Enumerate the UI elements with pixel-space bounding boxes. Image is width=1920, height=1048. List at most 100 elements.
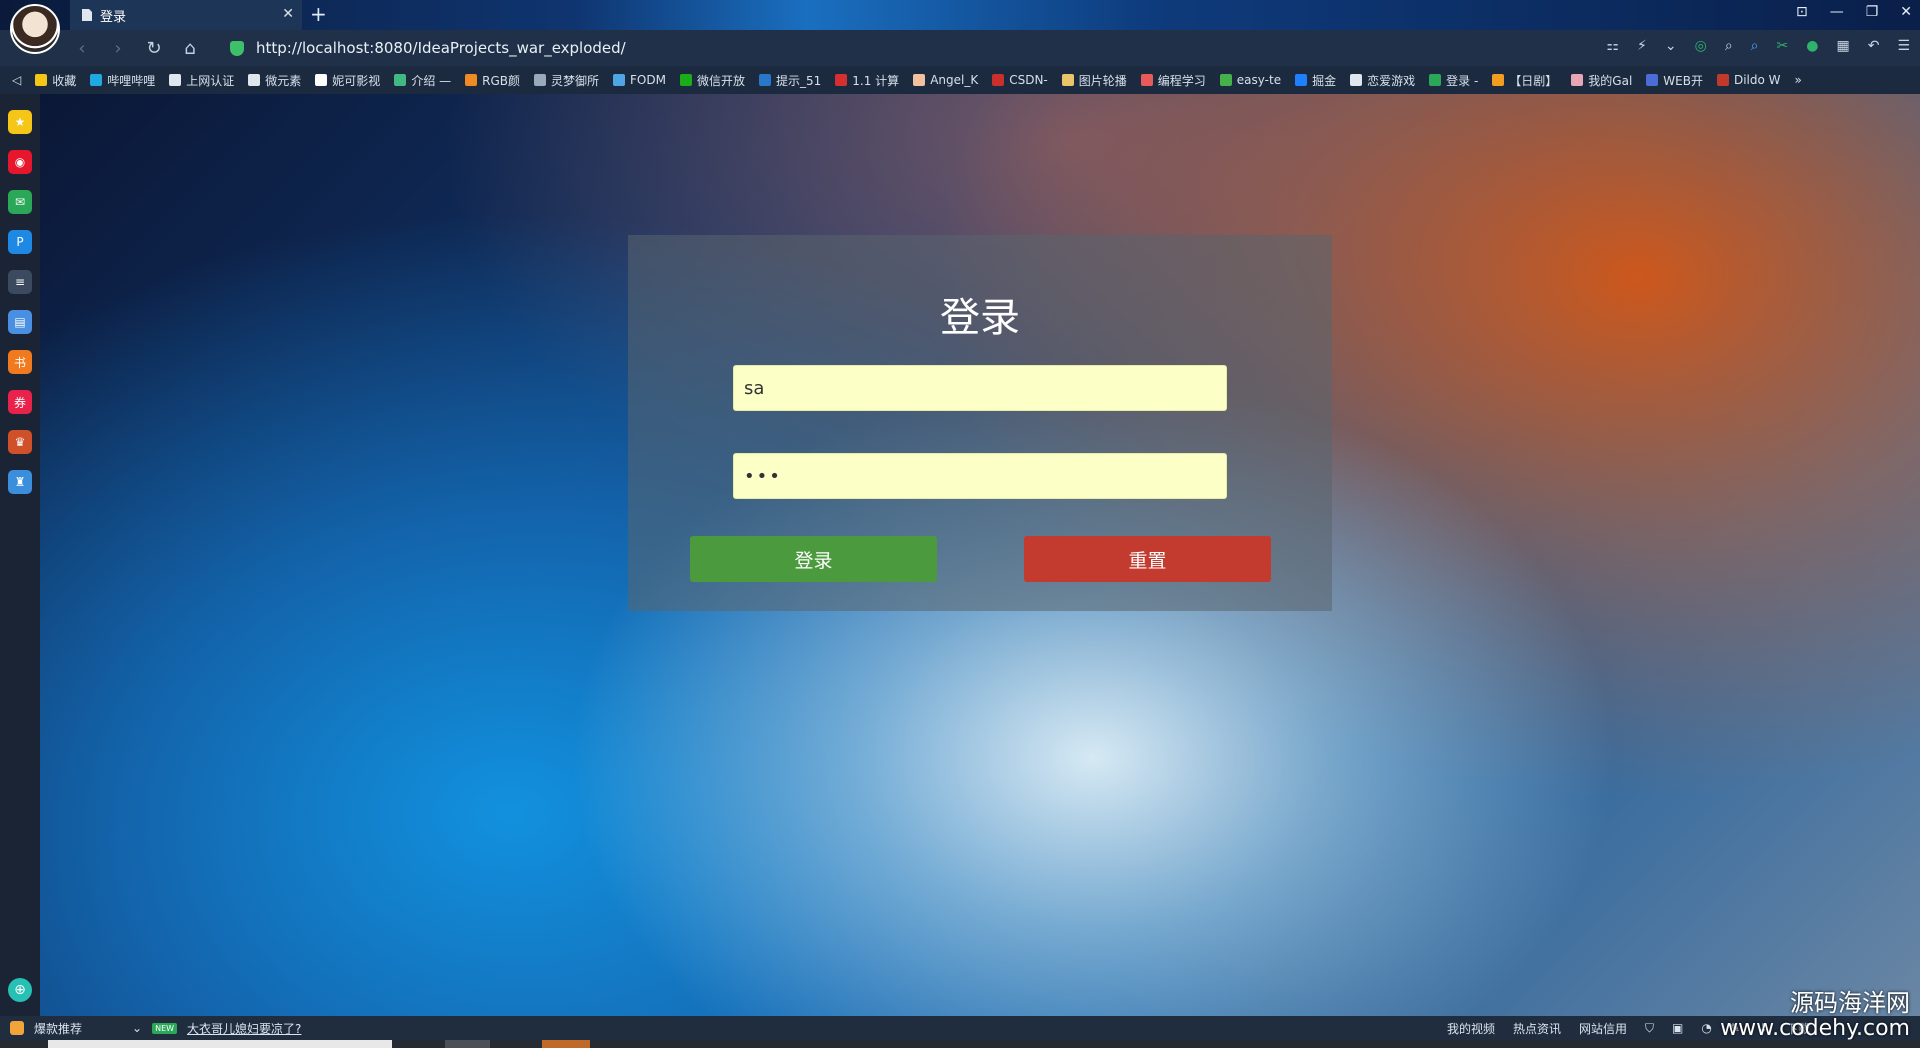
bookmark-item[interactable]: 微信开放 bbox=[679, 72, 745, 89]
watermark-line1: 源码海洋网 bbox=[1790, 989, 1910, 1017]
bookmark-label: 上网认证 bbox=[186, 73, 235, 88]
bookmark-item[interactable]: Angel_K bbox=[913, 73, 978, 87]
game-icon[interactable]: ♛ bbox=[8, 430, 32, 454]
bookmark-item[interactable]: 灵梦御所 bbox=[534, 72, 599, 89]
bookmark-icon bbox=[90, 74, 103, 86]
doc-icon[interactable]: ▤ bbox=[8, 310, 32, 334]
bookmark-item[interactable]: 妮可影视 bbox=[315, 72, 380, 89]
add-sidebar-icon[interactable]: ⊕ bbox=[8, 978, 32, 1002]
bookmark-icon bbox=[835, 74, 848, 86]
bookmark-label: 收藏 bbox=[52, 73, 77, 88]
bookmark-item[interactable]: 上网认证 bbox=[169, 72, 234, 89]
chevron-down-icon[interactable]: ⌄ bbox=[132, 1021, 142, 1035]
bookmark-icon bbox=[1061, 74, 1074, 86]
news-link[interactable]: 大衣哥儿媳妇要凉了? bbox=[187, 1020, 301, 1037]
minimize-button[interactable]: — bbox=[1830, 4, 1844, 20]
password-input[interactable] bbox=[733, 453, 1227, 499]
find-icon[interactable]: ⌕ bbox=[1751, 38, 1759, 54]
taskbar-item[interactable] bbox=[445, 1040, 490, 1048]
restore-button[interactable]: ❐ bbox=[1866, 4, 1879, 20]
bookmark-icon bbox=[169, 74, 182, 86]
bookmark-item[interactable]: ◁ bbox=[12, 73, 21, 87]
bookmark-item[interactable]: WEB开 bbox=[1646, 72, 1703, 89]
extension-icon[interactable]: ● bbox=[1806, 38, 1818, 54]
shield-icon[interactable]: ⛉ bbox=[1645, 1021, 1654, 1036]
bookmark-item[interactable]: 登录 - bbox=[1429, 72, 1478, 89]
user-avatar[interactable] bbox=[10, 4, 60, 54]
bookmark-icon bbox=[1716, 74, 1729, 86]
reload-button[interactable]: ↻ bbox=[136, 38, 172, 59]
bookmark-icon bbox=[1646, 74, 1659, 86]
novel-icon[interactable]: 书 bbox=[8, 350, 32, 374]
bookmark-label: 灵梦御所 bbox=[551, 73, 600, 88]
bookmark-item[interactable]: 编程学习 bbox=[1140, 72, 1206, 89]
bookmark-item[interactable]: 微元素 bbox=[248, 72, 301, 89]
bookmark-item[interactable]: easy-te bbox=[1219, 73, 1281, 87]
bookmark-icon bbox=[1350, 74, 1363, 86]
address-bar[interactable]: http://localhost:8080/IdeaProjects_war_e… bbox=[230, 36, 1620, 60]
bookmark-item[interactable]: 介绍 — bbox=[394, 72, 451, 89]
bookmark-item[interactable]: » bbox=[1795, 73, 1802, 87]
taskbar-item[interactable] bbox=[48, 1040, 392, 1048]
tab-login[interactable]: 登录 ✕ bbox=[70, 0, 302, 30]
bookmark-label: 1.1 计算 bbox=[852, 73, 900, 88]
taskbar bbox=[0, 1040, 1920, 1048]
bookmark-item[interactable]: 掘金 bbox=[1295, 72, 1336, 89]
hot-news[interactable]: 热点资讯 bbox=[1513, 1020, 1561, 1037]
qr-icon[interactable]: ⚏ bbox=[1606, 38, 1619, 54]
bookmark-icon bbox=[248, 74, 261, 86]
login-button[interactable]: 登录 bbox=[690, 536, 937, 582]
bookmark-item[interactable]: 图片轮播 bbox=[1061, 72, 1127, 89]
close-button[interactable]: ✕ bbox=[1900, 4, 1912, 20]
bookmark-item[interactable]: Dildo W bbox=[1716, 73, 1781, 87]
news-icon[interactable]: ≡ bbox=[8, 270, 32, 294]
star-icon[interactable]: ★ bbox=[8, 110, 32, 134]
bookmark-item[interactable]: FODM bbox=[613, 73, 666, 87]
weibo-icon[interactable]: ◉ bbox=[8, 150, 32, 174]
shop-icon[interactable]: 券 bbox=[8, 390, 32, 414]
page-content: 登录 登录 重置 bbox=[40, 94, 1920, 1016]
bookmark-item[interactable]: RGB颜 bbox=[465, 72, 520, 89]
search-engine-icon[interactable]: ◎ bbox=[1695, 38, 1707, 54]
bookmark-label: 微信开放 bbox=[696, 73, 745, 88]
chevron-down-icon[interactable]: ⌄ bbox=[1665, 38, 1677, 54]
scissors-icon[interactable]: ✂ bbox=[1777, 38, 1789, 54]
nav-bar: ‹ › ↻ ⌂ http://localhost:8080/IdeaProjec… bbox=[0, 30, 1920, 66]
bookmark-item[interactable]: 1.1 计算 bbox=[835, 72, 899, 89]
back-button[interactable]: ‹ bbox=[64, 38, 100, 59]
my-videos[interactable]: 我的视频 bbox=[1447, 1020, 1495, 1037]
apps-icon[interactable]: ▦ bbox=[1836, 38, 1849, 54]
reset-button[interactable]: 重置 bbox=[1024, 536, 1271, 582]
menu-icon[interactable]: ☰ bbox=[1897, 38, 1910, 54]
speed-icon[interactable]: ◔ bbox=[1701, 1021, 1711, 1035]
p-app-icon[interactable]: P bbox=[8, 230, 32, 254]
taskbar-item[interactable] bbox=[542, 1040, 590, 1048]
bookmark-item[interactable]: 我的Gal bbox=[1571, 72, 1632, 89]
undo-icon[interactable]: ↶ bbox=[1868, 38, 1880, 54]
new-badge: NEW bbox=[152, 1022, 178, 1034]
site-credit[interactable]: 网站信用 bbox=[1579, 1020, 1627, 1037]
bookmark-label: ◁ bbox=[12, 73, 22, 87]
hot-recommend[interactable]: 爆款推荐 bbox=[34, 1020, 82, 1037]
bookmark-item[interactable]: 收藏 bbox=[35, 72, 76, 89]
image-icon[interactable]: ▣ bbox=[1672, 1021, 1683, 1035]
mail-icon[interactable]: ✉ bbox=[8, 190, 32, 214]
forward-button[interactable]: › bbox=[100, 38, 136, 59]
new-tab-button[interactable]: + bbox=[310, 2, 327, 26]
lightning-icon[interactable]: ⚡ bbox=[1637, 38, 1647, 54]
search-icon[interactable]: ⌕ bbox=[1725, 38, 1733, 54]
bookmark-icon bbox=[679, 74, 692, 86]
tab-close-icon[interactable]: ✕ bbox=[282, 6, 294, 22]
bookmark-item[interactable]: 【日剧】 bbox=[1492, 72, 1557, 89]
skin-icon[interactable]: ⊡ bbox=[1796, 4, 1808, 20]
game2-icon[interactable]: ♜ bbox=[8, 470, 32, 494]
bookmark-item[interactable]: CSDN- bbox=[992, 73, 1048, 87]
bookmark-label: 图片轮播 bbox=[1078, 73, 1127, 88]
bookmark-item[interactable]: 恋爱游戏 bbox=[1350, 72, 1415, 89]
bookmark-item[interactable]: 提示_51 bbox=[759, 72, 821, 89]
home-button[interactable]: ⌂ bbox=[172, 38, 208, 59]
bookmark-item[interactable]: 哔哩哔哩 bbox=[90, 72, 155, 89]
bookmark-icon bbox=[465, 74, 478, 86]
username-input[interactable] bbox=[733, 365, 1227, 411]
bookmark-icon bbox=[1571, 74, 1584, 86]
